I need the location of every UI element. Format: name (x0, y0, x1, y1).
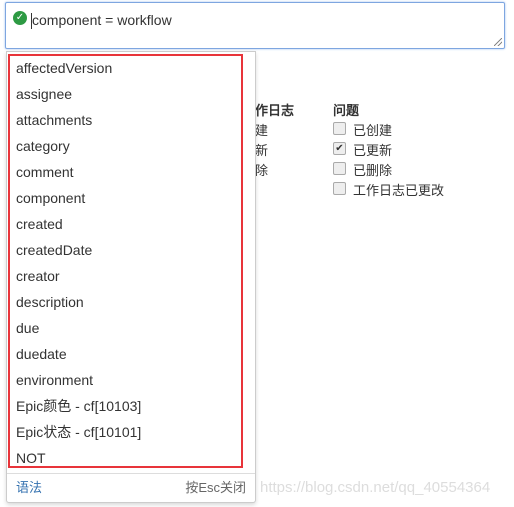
issue-deleted-checkbox[interactable] (333, 162, 346, 175)
suggestion-item[interactable]: assignee (16, 81, 72, 107)
suggestion-item[interactable]: affectedVersion (16, 55, 112, 81)
syntax-link[interactable]: 语法 (16, 474, 42, 502)
issue-updated-checkbox[interactable]: ✔ (333, 142, 346, 155)
suggestion-item[interactable]: attachments (16, 107, 92, 133)
jql-query-input[interactable]: ✓ component = workflow (5, 2, 505, 49)
suggestion-item[interactable]: Epic颜色 - cf[10103] (16, 393, 141, 419)
issue-worklog-changed-checkbox[interactable] (333, 182, 346, 195)
worklog-item: 建 (255, 123, 269, 138)
suggestion-item[interactable]: created (16, 211, 63, 237)
issue-deleted-label: 已删除 (353, 163, 393, 178)
suggestion-item[interactable]: component (16, 185, 85, 211)
check-circle-icon: ✓ (13, 11, 27, 25)
dropdown-footer: 语法 按Esc关闭 (7, 473, 255, 502)
suggestion-item[interactable]: Epic状态 - cf[10101] (16, 419, 141, 445)
issue-updated-label: 已更新 (353, 143, 393, 158)
close-hint: 按Esc关闭 (185, 480, 246, 495)
watermark: https://blog.csdn.net/qq_40554364 (260, 479, 491, 496)
suggestion-item[interactable]: NOT (16, 445, 46, 471)
suggestion-item[interactable]: creator (16, 263, 60, 289)
resize-handle[interactable] (494, 38, 502, 46)
issue-header: 问题 (333, 103, 360, 118)
suggestion-item[interactable]: description (16, 289, 84, 315)
issue-created-label: 已创建 (353, 123, 393, 138)
query-text: component = workflow (31, 12, 172, 29)
suggestion-item[interactable]: createdDate (16, 237, 92, 263)
issue-worklog-changed-label: 工作日志已更改 (353, 183, 445, 198)
suggestion-item[interactable]: due (16, 315, 39, 341)
suggestion-item[interactable]: category (16, 133, 70, 159)
suggestion-item[interactable]: environment (16, 367, 93, 393)
worklog-header: 作日志 (255, 103, 295, 118)
issue-created-checkbox[interactable] (333, 122, 346, 135)
suggestion-item[interactable]: comment (16, 159, 74, 185)
worklog-item: 新 (255, 143, 269, 158)
worklog-item: 除 (255, 163, 269, 178)
suggestion-item[interactable]: duedate (16, 341, 67, 367)
autocomplete-dropdown: affectedVersion assignee attachments catego… (6, 51, 256, 503)
